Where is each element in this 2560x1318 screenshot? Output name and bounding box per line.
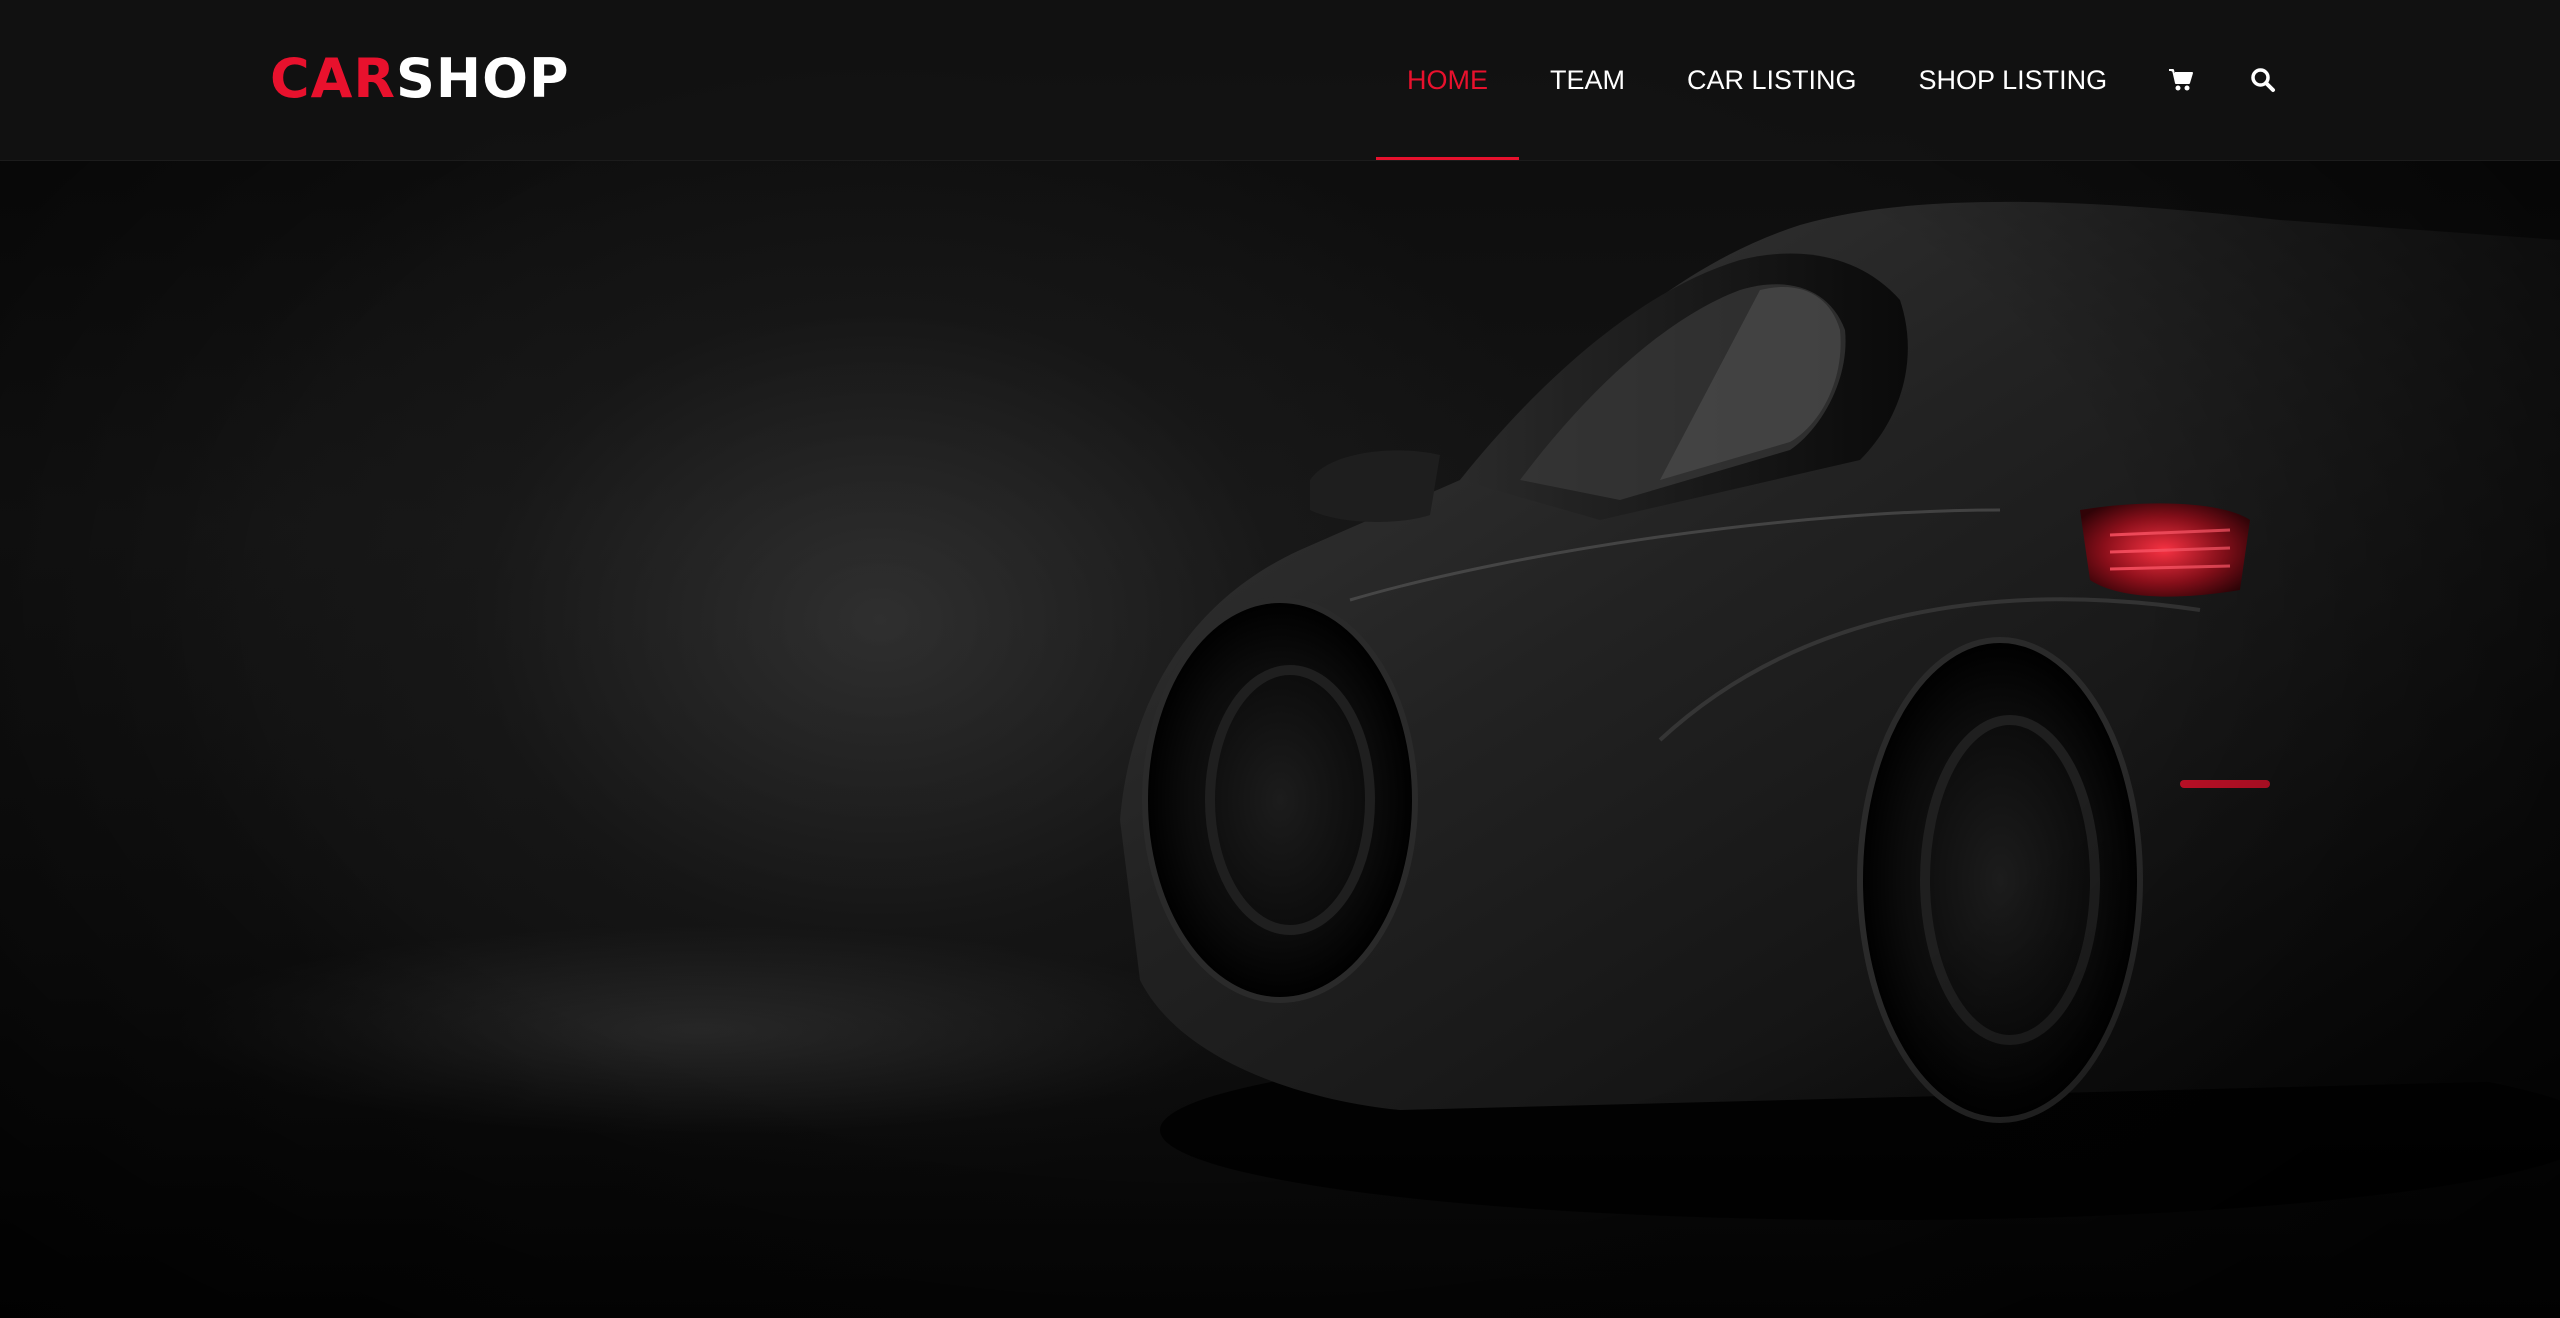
nav-car-listing[interactable]: CAR LISTING (1656, 0, 1888, 160)
logo-part-shop: SHOP (396, 47, 570, 110)
cart-icon[interactable] (2168, 67, 2194, 93)
search-icon[interactable] (2250, 67, 2276, 93)
site-header: CARSHOP HOME TEAM CAR LISTING SHOP LISTI… (0, 0, 2560, 161)
nav-team[interactable]: TEAM (1519, 0, 1656, 160)
logo[interactable]: CARSHOP (270, 46, 570, 112)
page: CARSHOP HOME TEAM CAR LISTING SHOP LISTI… (0, 0, 2560, 1318)
logo-part-car: CAR (270, 47, 397, 110)
hero-car-image (1120, 201, 2560, 1220)
nav-shop-listing[interactable]: SHOP LISTING (1888, 0, 2139, 160)
nav-home[interactable]: HOME (1376, 0, 1519, 160)
main-nav: HOME TEAM CAR LISTING SHOP LISTING (1376, 0, 2308, 160)
